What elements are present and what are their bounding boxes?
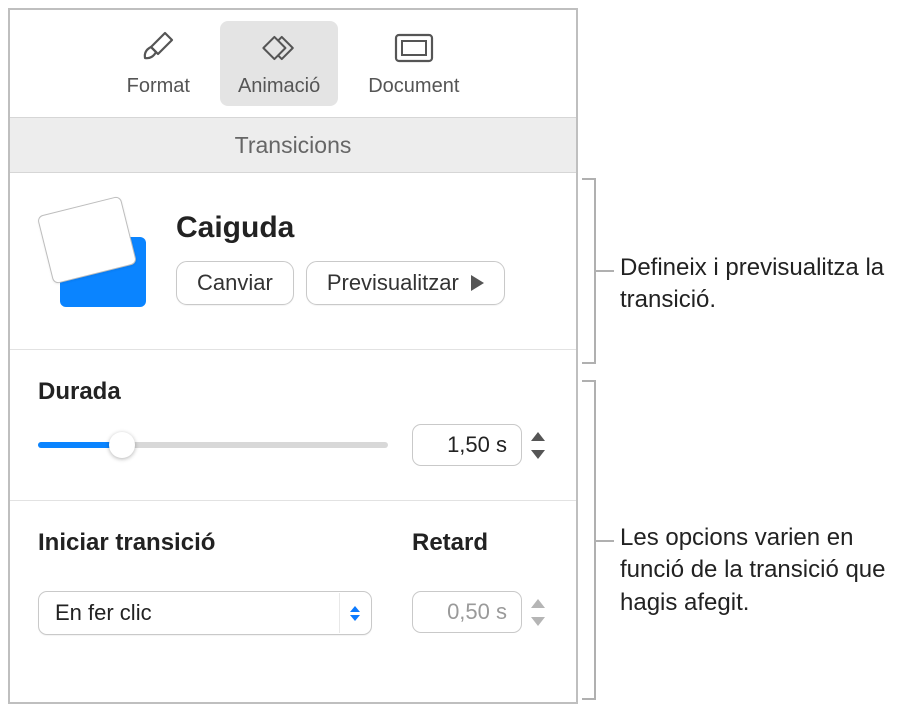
transition-info: Caiguda Canviar Previsualitzar [176,211,548,305]
callout-tick [582,698,596,700]
chevron-updown-icon [339,593,369,633]
start-section: Iniciar transició En fer clic Retard [10,501,576,663]
slider-thumb[interactable] [109,432,135,458]
document-icon [391,27,437,69]
delay-step-up[interactable] [528,595,548,611]
callout-lead [596,540,614,542]
duration-input[interactable] [412,424,522,466]
delay-step-down[interactable] [528,613,548,629]
duration-slider[interactable] [38,431,388,459]
callout-tick [582,178,596,180]
tab-format-label: Format [127,75,190,98]
transition-thumbnail [38,203,148,313]
callout-tick [582,362,596,364]
preview-button[interactable]: Previsualitzar [306,261,505,305]
tab-animation-label: Animació [238,75,320,98]
callout-text-2: Les opcions varien en funció de la trans… [620,522,900,619]
diamond-stack-icon [256,27,302,69]
duration-step-down[interactable] [528,446,548,462]
section-title: Transicions [235,132,352,159]
duration-step-up[interactable] [528,428,548,444]
tab-animation[interactable]: Animació [220,21,338,106]
callout-text-1: Defineix i previsualitza la transició. [620,252,915,317]
inspector-toolbar: Format Animació Document [10,10,576,118]
transition-name: Caiguda [176,211,548,245]
tab-document[interactable]: Document [350,21,477,106]
tab-format[interactable]: Format [109,21,208,106]
callout-tick [582,380,596,382]
duration-section: Durada [10,350,576,501]
paintbrush-icon [135,27,181,69]
preview-button-label: Previsualitzar [327,270,459,296]
transition-summary: Caiguda Canviar Previsualitzar [10,173,576,350]
delay-input[interactable] [412,591,522,633]
change-button[interactable]: Canviar [176,261,294,305]
start-select[interactable]: En fer clic [38,591,372,635]
tab-document-label: Document [368,75,459,98]
start-select-value: En fer clic [55,600,152,626]
duration-label: Durada [38,378,548,406]
start-label: Iniciar transició [38,529,372,557]
play-icon [471,275,484,291]
inspector-panel: Format Animació Document Transicions [8,8,578,704]
section-header: Transicions [10,118,576,173]
callout-lead [596,270,614,272]
delay-label: Retard [412,529,548,557]
change-button-label: Canviar [197,270,273,296]
duration-stepper [412,424,548,466]
delay-stepper [412,591,548,633]
